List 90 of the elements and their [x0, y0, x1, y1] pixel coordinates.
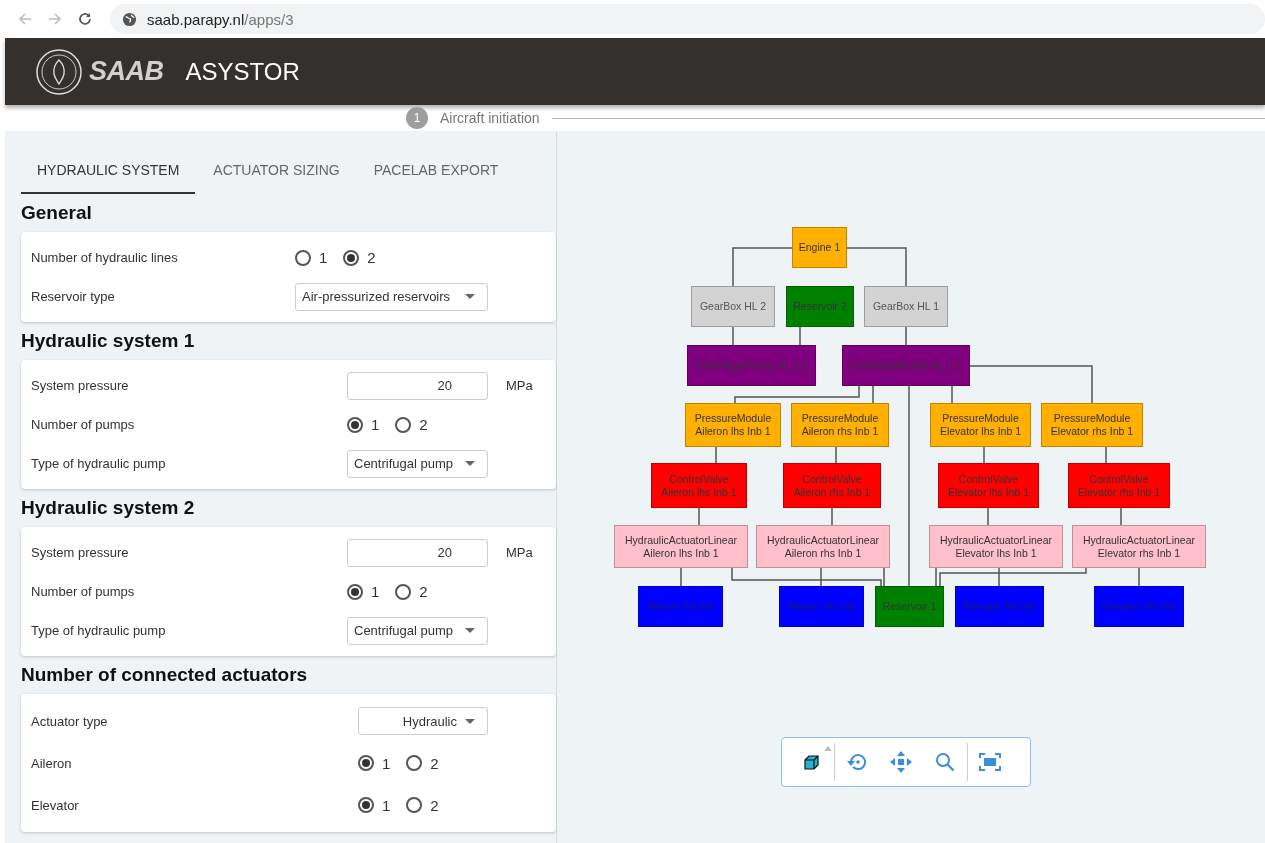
- radio-label[interactable]: 2: [419, 416, 428, 433]
- connector-line: [951, 385, 953, 404]
- radio-button[interactable]: [358, 797, 374, 813]
- field-label: Aileron: [31, 755, 73, 771]
- diagram-node[interactable]: PressureModule Aileron lhs Inb 1: [685, 403, 781, 447]
- radio-button[interactable]: [295, 249, 311, 266]
- radio-label[interactable]: 2: [419, 583, 428, 600]
- radio-label[interactable]: 1: [382, 796, 391, 814]
- tab[interactable]: PACELAB EXPORT: [357, 153, 515, 194]
- move-arrows-icon: [889, 750, 913, 774]
- connector-line: [1138, 567, 1140, 587]
- unit-label: MPa: [506, 545, 533, 560]
- globe-icon: [122, 11, 137, 27]
- radio-button[interactable]: [347, 416, 363, 433]
- radio-button[interactable]: [343, 249, 360, 266]
- radio-label[interactable]: 2: [367, 249, 376, 266]
- tab[interactable]: ACTUATOR SIZING: [197, 153, 356, 194]
- search-icon: [934, 751, 956, 773]
- number-input[interactable]: 20: [347, 371, 488, 400]
- fit-screen-icon: [978, 752, 1002, 772]
- section-heading: Number of connected actuators: [21, 664, 309, 686]
- unit-label: MPa: [506, 378, 533, 393]
- radio-button[interactable]: [347, 583, 363, 600]
- connector-line: [872, 385, 874, 404]
- radio-button[interactable]: [395, 583, 412, 600]
- diagram-node[interactable]: PressureModule Elevator rhs Inb 1: [1041, 403, 1143, 447]
- radio-button[interactable]: [358, 755, 374, 771]
- connector-line: [715, 446, 717, 464]
- section-heading: General: [21, 202, 93, 224]
- connector-line: [987, 507, 989, 526]
- radio-label[interactable]: 1: [371, 416, 380, 433]
- connector-line: [799, 326, 801, 346]
- connector-line: [680, 567, 682, 587]
- radio-button[interactable]: [406, 797, 423, 813]
- radio-label[interactable]: 2: [430, 754, 439, 772]
- app-title: ASYSTOR: [185, 57, 300, 86]
- connector-line: [698, 507, 700, 526]
- field-label: Number of pumps: [31, 584, 136, 599]
- diagram-node[interactable]: Engine 1: [792, 227, 847, 268]
- connector-line: [905, 326, 907, 346]
- connector-line: [1120, 507, 1122, 526]
- caret-icon: [824, 746, 832, 751]
- diagram-node[interactable]: GearBox HL 1: [864, 286, 948, 327]
- diagram-node[interactable]: PressureModule Aileron rhs Inb 1: [791, 403, 889, 447]
- radio-label[interactable]: 1: [371, 583, 380, 600]
- diagram-node[interactable]: HydraulicActuatorLinear Aileron lhs Inb 1: [614, 525, 748, 568]
- field-label: Reservoir type: [31, 289, 116, 304]
- caret-icon: [465, 294, 475, 299]
- rotate-icon: [845, 751, 869, 773]
- field-label: System pressure: [31, 378, 130, 393]
- caret-icon: [465, 628, 475, 633]
- diagram-node[interactable]: HydraulicActuatorLinear Aileron rhs Inb 1: [756, 525, 890, 568]
- step-label[interactable]: Aircraft initiation: [440, 110, 540, 126]
- field-label: Elevator: [31, 797, 80, 813]
- section-heading: Hydraulic system 2: [21, 497, 196, 519]
- emblem-logo-icon: [35, 47, 83, 96]
- number-input[interactable]: 20: [347, 538, 488, 567]
- connector-line: [983, 446, 985, 464]
- diagram-node[interactable]: GearBox HL 2: [691, 286, 775, 327]
- connector-line: [732, 247, 793, 287]
- radio-button[interactable]: [395, 416, 412, 433]
- diagram-node[interactable]: HydraulicActuatorLinear Elevator rhs Inb 1: [1072, 525, 1206, 568]
- brand-logo: SAAB: [89, 56, 164, 87]
- connector-line: [935, 567, 937, 587]
- field-label: Number of hydraulic lines: [31, 250, 179, 265]
- field-label: Type of hydraulic pump: [31, 456, 167, 471]
- dropdown[interactable]: Centrifugal pump: [347, 616, 488, 645]
- address-bar[interactable]: saab.parapy.nl/apps/3: [110, 4, 1265, 34]
- section-heading: Hydraulic system 1: [21, 330, 196, 352]
- dropdown[interactable]: Hydraulic: [358, 707, 488, 735]
- tab[interactable]: HYDRAULIC SYSTEM: [21, 153, 196, 194]
- connector-line: [835, 446, 837, 464]
- field-label: Number of pumps: [31, 417, 136, 432]
- radio-button[interactable]: [406, 755, 423, 771]
- radio-label[interactable]: 2: [430, 796, 439, 814]
- connector-line: [846, 247, 907, 287]
- dropdown[interactable]: Air-pressurized reservoirs: [295, 282, 488, 311]
- field-label: Actuator type: [31, 713, 109, 729]
- radio-label[interactable]: 1: [382, 754, 391, 772]
- caret-icon: [465, 461, 475, 466]
- radio-label[interactable]: 1: [319, 249, 328, 266]
- field-label: Type of hydraulic pump: [31, 623, 167, 638]
- dropdown[interactable]: Centrifugal pump: [347, 449, 488, 478]
- connector-line: [732, 326, 734, 346]
- connector-line: [1105, 446, 1107, 464]
- diagram-node[interactable]: HydraulicActuatorLinear Elevator lhs Inb 1: [929, 525, 1063, 568]
- caret-icon: [465, 718, 475, 724]
- field-label: System pressure: [31, 545, 130, 560]
- connector-line: [831, 507, 833, 526]
- diagram-node[interactable]: PressureModule Elevator lhs Inb 1: [930, 403, 1031, 447]
